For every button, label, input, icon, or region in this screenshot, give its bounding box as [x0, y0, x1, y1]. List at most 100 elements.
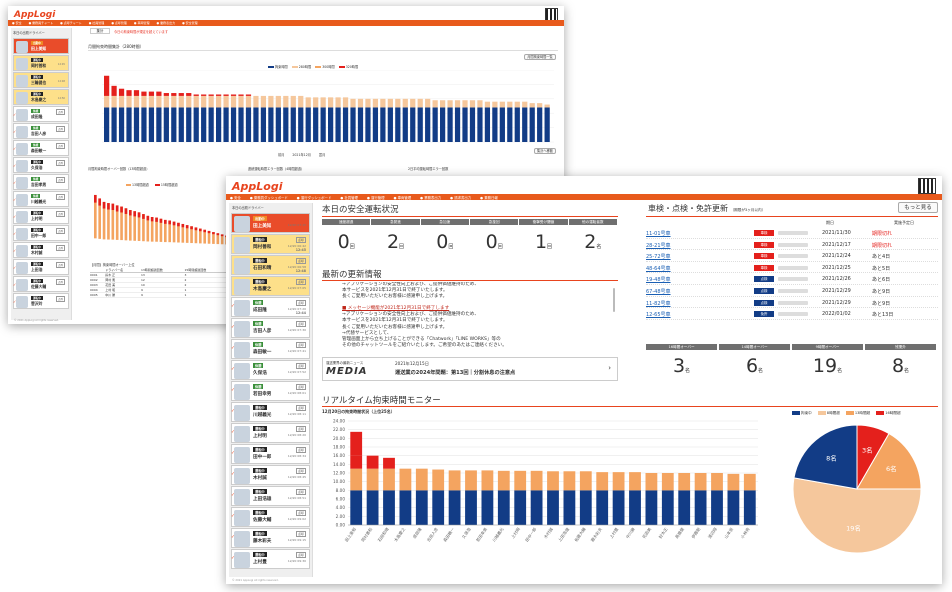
driver-card[interactable]: 運転中 岡村善和 12/20 06:42 点呼 12:45	[231, 234, 310, 254]
call-badge[interactable]: 点呼	[56, 126, 65, 132]
nav-item[interactable]: ● 安全	[230, 195, 241, 200]
driver-card[interactable]: 運転中 木島慶之 12/20 07:05 点呼	[231, 276, 310, 296]
driver-card[interactable]: 運転中 田中一郎 点呼 ✓	[13, 225, 69, 241]
inspect-row[interactable]: 25-72号車 車検 2021/12/24 あと4日	[646, 250, 938, 262]
nav-item[interactable]: ● 請求書出力	[450, 195, 471, 200]
driver-card[interactable]: 運転中 久保浩 点呼 ✓	[13, 157, 69, 173]
media-banner[interactable]: 運送業界の最新ニュース MEDIA 2021年12月15日 運送業の2024年問…	[322, 357, 618, 381]
call-badge[interactable]: 点呼	[56, 109, 65, 115]
vehicle-link[interactable]: 28-21号車	[646, 242, 671, 249]
nav-item[interactable]: ● 点呼チャート	[60, 21, 82, 25]
driver-card[interactable]: 運転中 佐藤大輔 12/20 09:02 点呼 ✓	[231, 507, 310, 527]
driver-card[interactable]: 運転中 岡村善和 12:45	[13, 55, 69, 71]
nav-item[interactable]: ● 乗務日報	[480, 195, 498, 200]
vehicle-link[interactable]: 67-48号車	[646, 288, 671, 295]
inspect-row[interactable]: 28-21号車 車検 2021/12/17 期限切れ	[646, 239, 938, 251]
nav-item[interactable]: ● 点呼管理	[111, 21, 127, 25]
monthly-list-button[interactable]: 月間拘束時間一覧	[524, 54, 556, 60]
call-badge[interactable]: 点呼	[296, 342, 306, 348]
driver-card[interactable]: 休憩 久保浩 12/20 07:52 点呼 ✓	[231, 360, 310, 380]
inspect-row[interactable]: 67-48号車 点検 2021/12/29 あと9日	[646, 285, 938, 297]
call-badge[interactable]: 点呼	[56, 228, 65, 234]
vehicle-link[interactable]: 12-65号車	[646, 311, 671, 318]
call-badge[interactable]: 点呼	[56, 143, 65, 149]
driver-card[interactable]: 運転中 菅沢玲 点呼 ✓	[13, 293, 69, 309]
driver-card[interactable]: 休憩 吉田人彦 点呼 ✓	[13, 123, 69, 139]
call-badge[interactable]: 点呼	[56, 177, 65, 183]
nav-item[interactable]: ● 社員管理	[89, 21, 105, 25]
driver-card[interactable]: 運転中 上村明 12/20 08:20 点呼 ✓	[231, 423, 310, 443]
prev-month-link[interactable]: 前月	[278, 152, 284, 157]
driver-card[interactable]: 運転中 佐藤大輔 点呼 ✓	[13, 276, 69, 292]
tab-summary[interactable]: 集計	[90, 28, 110, 34]
news-scrollbar[interactable]	[613, 288, 615, 312]
driver-card[interactable]: 運転中 上村豊 12/20 09:30 点呼 ✓	[231, 549, 310, 569]
call-badge[interactable]: 点呼	[296, 510, 306, 516]
call-badge[interactable]: 点呼	[296, 384, 306, 390]
call-badge[interactable]: 点呼	[56, 211, 65, 217]
call-badge[interactable]: 点呼	[296, 237, 306, 243]
call-badge[interactable]: 点呼	[56, 160, 65, 166]
driver-card[interactable]: 出勤中 田上美知	[13, 38, 69, 54]
nav-item[interactable]: ● 運行ダッシュボード	[297, 195, 332, 200]
call-badge[interactable]: 点呼	[56, 262, 65, 268]
driver-card[interactable]: 運転中 三輪健也 12:48	[13, 72, 69, 88]
nav-item[interactable]: ● 運行管理	[367, 195, 385, 200]
call-badge[interactable]: 点呼	[296, 447, 306, 453]
call-badge[interactable]: 点呼	[296, 489, 306, 495]
nav-item[interactable]: ● 車両管理	[394, 195, 412, 200]
nav-item[interactable]: ● 社員管理	[340, 195, 358, 200]
vehicle-link[interactable]: 11-82号車	[646, 300, 671, 307]
driver-card[interactable]: 休憩 森田敏一 12/20 07:41 点呼 ✓	[231, 339, 310, 359]
inspect-row[interactable]: 11-82号車 点検 2021/12/29 あと9日	[646, 297, 938, 309]
table-row[interactable]: 0005 中川 勝91	[90, 292, 228, 298]
call-badge[interactable]: 点呼	[56, 194, 65, 200]
call-badge[interactable]: 点呼	[296, 552, 306, 558]
nav-item[interactable]: ● 乗務員チャート	[29, 21, 54, 25]
inspect-row[interactable]: 12-65号車 免許 2022/01/02 あと13日	[646, 308, 938, 320]
driver-card[interactable]: 休憩 成田隆 点呼 ✓	[13, 106, 69, 122]
driver-card[interactable]: 休憩 成田隆 12/20 07:20 点呼 12:44 ✓	[231, 297, 310, 317]
call-badge[interactable]: 点呼	[296, 531, 306, 537]
driver-card[interactable]: 運転中 田中一郎 12/20 08:34 点呼 ✓	[231, 444, 310, 464]
driver-card[interactable]: 運転中 藤木彩夫 12/20 09:15 点呼 ✓	[231, 528, 310, 548]
driver-card[interactable]: 休憩 吉田人彦 12/20 07:30 点呼 ✓	[231, 318, 310, 338]
inspect-row[interactable]: 48-64号車 車検 2021/12/25 あと5日	[646, 262, 938, 274]
nav-item[interactable]: ● 業務表出力	[157, 21, 176, 25]
driver-card[interactable]: 運転中 上田浩雄 12/20 08:51 点呼 ✓	[231, 486, 310, 506]
vehicle-link[interactable]: 11-01号車	[646, 230, 671, 237]
call-badge[interactable]: 点呼	[56, 296, 65, 302]
call-badge[interactable]: 点呼	[296, 405, 306, 411]
news-body[interactable]: →アプリケーションの安全性向上および、ご提供価値維持のため、 本サービスを2021…	[322, 282, 618, 352]
nav-item[interactable]: ● 車両管理	[134, 21, 150, 25]
next-month-link[interactable]: 翌月	[319, 152, 325, 157]
driver-card[interactable]: 休憩 吉田孝男 点呼 ✓	[13, 174, 69, 190]
nav-item[interactable]: ● 安全管理	[182, 21, 198, 25]
driver-card[interactable]: 出勤中 田上美知 12/20 07:15	[231, 213, 310, 233]
call-badge[interactable]: 点呼	[296, 279, 306, 285]
call-badge[interactable]: 点呼	[296, 468, 306, 474]
driver-card[interactable]: 運転中 木島慶之 12:50	[13, 89, 69, 105]
driver-card[interactable]: 休憩 森田敏一 点呼 ✓	[13, 140, 69, 156]
call-badge[interactable]: 点呼	[56, 279, 65, 285]
driver-card[interactable]: 運転中 石田和晴 12/20 06:58 点呼 12:48	[231, 255, 310, 275]
call-badge[interactable]: 点呼	[296, 258, 306, 264]
driver-card[interactable]: 運転中 木村誠 点呼 ✓	[13, 242, 69, 258]
call-badge[interactable]: 点呼	[296, 300, 306, 306]
inspect-row[interactable]: 11-01号車 車検 2021/11/30 期限切れ	[646, 227, 938, 239]
vehicle-link[interactable]: 19-48号車	[646, 276, 671, 283]
call-badge[interactable]: 点呼	[296, 426, 306, 432]
go-summary-button[interactable]: 集計へ移動	[534, 148, 556, 154]
driver-card[interactable]: 休憩 若田幸男 12/20 08:01 点呼 ✓	[231, 381, 310, 401]
call-badge[interactable]: 点呼	[56, 245, 65, 251]
nav-item[interactable]: ● 乗務員ダッシュボード	[250, 195, 288, 200]
inspect-row[interactable]: 19-48号車 点検 2021/12/26 あと6日	[646, 273, 938, 285]
driver-card[interactable]: 運転中 上村明 点呼 ✓	[13, 208, 69, 224]
driver-card[interactable]: 運転中 木村誠 12/20 08:45 点呼 ✓	[231, 465, 310, 485]
nav-item[interactable]: ● 業務表出力	[420, 195, 441, 200]
vehicle-link[interactable]: 48-64号車	[646, 265, 671, 272]
more-button[interactable]: もっと見る	[898, 202, 938, 213]
call-badge[interactable]: 点呼	[296, 363, 306, 369]
driver-card[interactable]: 運転中 上田浩 点呼 ✓	[13, 259, 69, 275]
vehicle-link[interactable]: 25-72号車	[646, 253, 671, 260]
